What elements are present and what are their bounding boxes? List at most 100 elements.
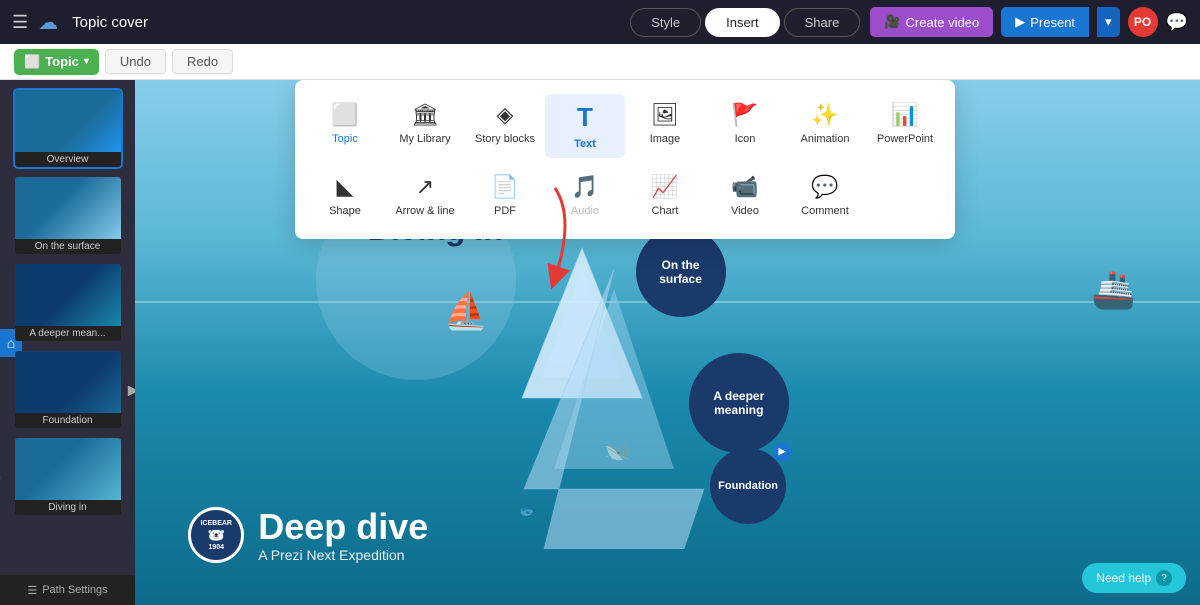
insert-item-my-library[interactable]: 🏛 My Library <box>385 94 465 158</box>
top-nav: Style Insert Share <box>630 8 860 37</box>
insert-item-shape[interactable]: ◣ Shape <box>305 166 385 225</box>
pdf-icon: 📄 <box>491 174 518 200</box>
slide-number-3: 3 <box>0 384 1 396</box>
play-icon: ▶ <box>1015 14 1025 30</box>
slide-label-overview: Overview <box>15 152 121 167</box>
image-icon: 🖼 <box>651 102 679 128</box>
icebear-badge: ICEBEAR 🐻‍❄️ 1904 <box>188 507 244 563</box>
story-blocks-icon: ◈ <box>497 102 514 128</box>
cloud-icon: ☁ <box>38 10 58 35</box>
ship-icon: 🚢 <box>1091 269 1136 311</box>
slide-number-4: 4 <box>0 471 1 483</box>
insert-item-arrow-line[interactable]: ↗ Arrow & line <box>385 166 465 225</box>
need-help-button[interactable]: Need help ? <box>1082 563 1186 593</box>
slide-number-2: 2 <box>0 297 1 309</box>
present-button[interactable]: ▶ Present <box>1001 7 1089 37</box>
bubble-deeper[interactable]: A deeper meaning <box>689 353 789 453</box>
foundation-play-icon[interactable]: ▶ <box>773 443 791 461</box>
slide-number-1: 1 <box>0 210 1 222</box>
arrow-line-icon: ↗ <box>416 174 434 200</box>
help-icon: ? <box>1156 570 1172 586</box>
path-settings-icon: ☰ <box>27 584 37 597</box>
shape-icon: ◣ <box>337 174 354 200</box>
topbar-right: 🎥 Create video ▶ Present ▾ PO 💬 <box>870 7 1188 37</box>
slide-wrapper-4: 4 Diving in <box>13 436 123 517</box>
insert-item-video[interactable]: 📹 Video <box>705 166 785 225</box>
slide-thumb-1 <box>15 177 123 239</box>
whale-icon: 🐋 <box>602 435 634 465</box>
nav-insert-button[interactable]: Insert <box>705 8 780 37</box>
path-settings-button[interactable]: ☰ Path Settings <box>0 575 135 605</box>
insert-item-powerpoint[interactable]: 📊 PowerPoint <box>865 94 945 158</box>
insert-item-audio: 🎵 Audio <box>545 166 625 225</box>
slide-label-2: A deeper mean... <box>15 326 121 341</box>
slide-thumb-overview <box>15 90 123 152</box>
icon-insert-icon: 🚩 <box>731 102 758 128</box>
fish-icon: 🐟 <box>518 500 538 520</box>
insert-item-pdf[interactable]: 📄 PDF <box>465 166 545 225</box>
deep-dive-logo: ICEBEAR 🐻‍❄️ 1904 Deep dive A Prezi Next… <box>188 507 428 563</box>
insert-dropdown: ⬜ Topic 🏛 My Library ◈ Story blocks T Te… <box>295 80 955 239</box>
slide-item-3[interactable]: Foundation <box>13 349 123 430</box>
slide-item-4[interactable]: Diving in <box>13 436 123 517</box>
insert-item-topic[interactable]: ⬜ Topic <box>305 94 385 158</box>
undo-button[interactable]: Undo <box>105 49 166 74</box>
chevron-down-icon: ▾ <box>84 56 89 67</box>
sidebar: ⌂ Overview 1 On the surface 2 A deeper m… <box>0 80 135 605</box>
slide-label-3: Foundation <box>15 413 121 428</box>
insert-item-image[interactable]: 🖼 Image <box>625 94 705 158</box>
comment-insert-icon: 💬 <box>811 174 838 200</box>
present-dropdown-button[interactable]: ▾ <box>1097 7 1120 37</box>
text-icon: T <box>577 102 593 133</box>
deep-dive-title: Deep dive A Prezi Next Expedition <box>258 507 428 563</box>
hamburger-icon[interactable]: ☰ <box>12 12 28 33</box>
insert-item-empty <box>865 166 945 225</box>
animation-icon: ✨ <box>811 102 838 128</box>
nav-style-button[interactable]: Style <box>630 8 701 37</box>
video-record-icon: 🎥 <box>884 14 900 30</box>
audio-icon: 🎵 <box>571 174 598 200</box>
library-icon: 🏛 <box>411 102 439 128</box>
insert-item-icon[interactable]: 🚩 Icon <box>705 94 785 158</box>
create-video-button[interactable]: 🎥 Create video <box>870 7 993 37</box>
path-settings-bar: ☰ Path Settings <box>0 575 135 605</box>
topic-insert-icon: ⬜ <box>331 102 358 128</box>
powerpoint-icon: 📊 <box>891 102 918 128</box>
topbar: ☰ ☁ Topic cover Style Insert Share 🎥 Cre… <box>0 0 1200 44</box>
slide-thumb-3 <box>15 351 123 413</box>
redo-button[interactable]: Redo <box>172 49 233 74</box>
slide-item-2[interactable]: A deeper mean... <box>13 262 123 343</box>
slide-wrapper-overview: Overview <box>13 88 123 169</box>
slide-wrapper-2: 2 A deeper mean... <box>13 262 123 343</box>
canvas-content: Diving in ⛵ 🚢 On the surface A deeper <box>135 80 1200 605</box>
insert-item-chart[interactable]: 📈 Chart <box>625 166 705 225</box>
nav-share-button[interactable]: Share <box>784 8 861 37</box>
slide-item-1[interactable]: On the surface <box>13 175 123 256</box>
avatar: PO <box>1128 7 1158 37</box>
insert-item-story-blocks[interactable]: ◈ Story blocks <box>465 94 545 158</box>
chart-icon: 📈 <box>651 174 678 200</box>
topic-button[interactable]: ⬜ Topic ▾ <box>14 49 99 75</box>
topic-icon: ⬜ <box>24 54 40 70</box>
sailboat-icon: ⛵ <box>444 290 489 332</box>
comment-icon[interactable]: 💬 <box>1166 12 1188 33</box>
play-icon-3[interactable]: ▶ <box>128 381 135 398</box>
secondbar: ⬜ Topic ▾ Undo Redo <box>0 44 1200 80</box>
insert-item-animation[interactable]: ✨ Animation <box>785 94 865 158</box>
bubble-foundation[interactable]: Foundation ▶ <box>710 448 786 524</box>
bubble-surface[interactable]: On the surface <box>636 227 726 317</box>
slide-thumb-2 <box>15 264 123 326</box>
page-title: Topic cover <box>72 14 620 31</box>
slide-wrapper-1: 1 On the surface <box>13 175 123 256</box>
slide-label-1: On the surface <box>15 239 121 254</box>
slide-wrapper-3: 3 Foundation ▶ <box>13 349 123 430</box>
slide-thumb-4 <box>15 438 123 500</box>
slide-label-4: Diving in <box>15 500 121 515</box>
slide-item-overview[interactable]: Overview <box>13 88 123 169</box>
insert-item-text[interactable]: T Text <box>545 94 625 158</box>
bear-icon: 🐻‍❄️ <box>208 527 225 544</box>
main-layout: ⌂ Overview 1 On the surface 2 A deeper m… <box>0 80 1200 605</box>
video-icon: 📹 <box>731 174 758 200</box>
canvas-area: Diving in ⛵ 🚢 On the surface A deeper <box>135 80 1200 605</box>
insert-item-comment[interactable]: 💬 Comment <box>785 166 865 225</box>
